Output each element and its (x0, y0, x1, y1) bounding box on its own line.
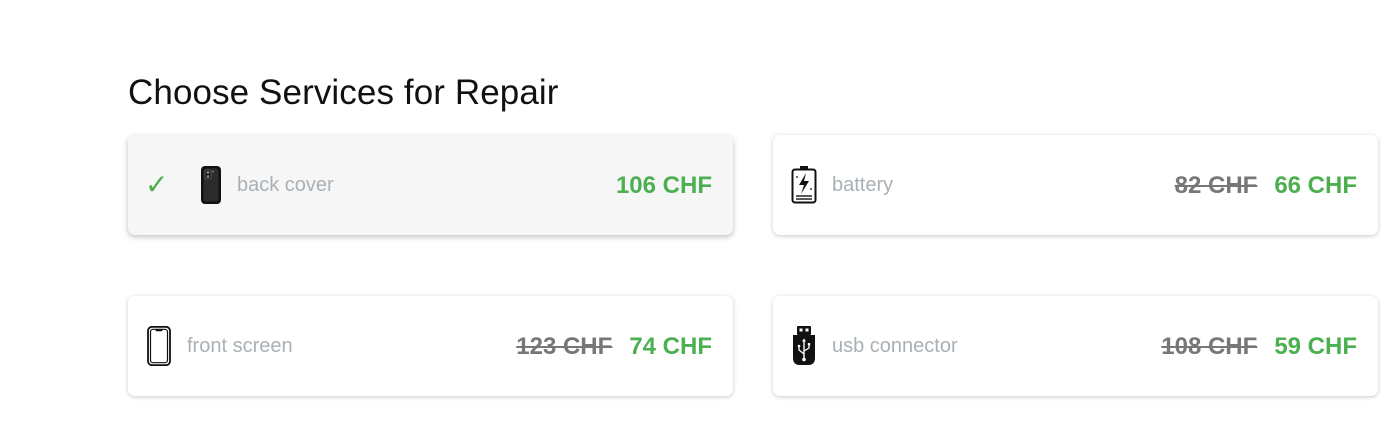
price-group: 82 CHF 66 CHF (1175, 171, 1357, 201)
service-card-back-cover[interactable]: ✓ back cover 106 CHF (128, 135, 733, 235)
battery-icon (790, 165, 818, 205)
usb-icon (790, 326, 818, 366)
price-group: 108 CHF 59 CHF (1161, 332, 1357, 362)
current-price: 66 CHF (1274, 172, 1357, 199)
service-card-usb-connector[interactable]: usb connector 108 CHF 59 CHF (773, 296, 1378, 396)
original-price: 82 CHF (1174, 172, 1258, 199)
current-price: 74 CHF (629, 333, 712, 360)
current-price: 59 CHF (1274, 333, 1357, 360)
repair-services-page: Choose Services for Repair ✓ back cover … (0, 0, 1396, 434)
original-price: 108 CHF (1161, 333, 1258, 360)
service-label: battery (832, 174, 894, 196)
service-card-front-screen[interactable]: front screen 123 CHF 74 CHF (128, 296, 733, 396)
current-price: 106 CHF (615, 172, 712, 199)
service-label: front screen (187, 335, 293, 357)
original-price: 123 CHF (516, 333, 613, 360)
service-label: back cover (237, 174, 334, 196)
selected-check-icon: ✓ (145, 168, 169, 201)
service-label: usb connector (832, 335, 958, 357)
price-group: 106 CHF (616, 171, 712, 201)
service-card-battery[interactable]: battery 82 CHF 66 CHF (773, 135, 1378, 235)
phone-back-icon (197, 165, 225, 205)
price-group: 123 CHF 74 CHF (516, 332, 712, 362)
phone-front-icon (145, 326, 173, 366)
page-title: Choose Services for Repair (128, 73, 559, 112)
